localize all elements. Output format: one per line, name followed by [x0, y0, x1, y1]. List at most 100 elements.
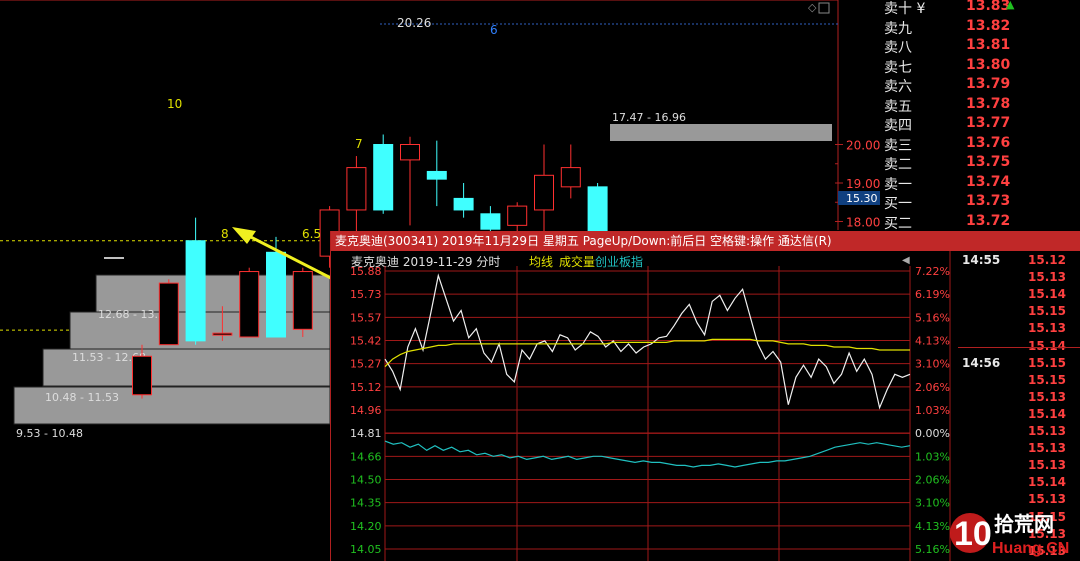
annotation-label: 8 [221, 227, 229, 241]
orderbook-label: 卖二 [884, 157, 912, 173]
candle-body [239, 271, 260, 338]
orderbook-row[interactable]: 卖八 13.81 [880, 37, 1080, 56]
candle-body [266, 251, 286, 338]
orderbook-label: 买一 [884, 196, 912, 212]
tick-time: 14:56 [962, 356, 1001, 370]
zone-bar [610, 124, 832, 141]
tick-price: 15.14 [1028, 338, 1066, 353]
annotation-label: 6 [490, 23, 498, 37]
orderbook-price: 13.74 [966, 173, 1011, 190]
tick-price: 15.14 [1028, 406, 1066, 421]
left-tick-label: 14.50 [350, 474, 382, 487]
orderbook-label: 卖七 [884, 59, 912, 76]
site-logo: 10 拾荒网 Huang.CN [950, 512, 1069, 557]
orderbook-label: 卖四 [884, 118, 912, 134]
right-tick-label: 3.10% [915, 358, 950, 371]
orderbook-label: 卖八 [884, 40, 912, 56]
orderbook-label: 买二 [884, 215, 912, 232]
candle-body [480, 213, 501, 230]
left-tick-label: 15.12 [350, 381, 382, 394]
orderbook-row[interactable]: 卖三 13.76 [880, 134, 1080, 154]
tick-price: 15.15 [1028, 304, 1066, 319]
orderbook-row[interactable]: 卖四 13.77 [880, 115, 1080, 134]
right-tick-label: 1.03% [915, 450, 950, 463]
right-tick-label: 2.06% [915, 381, 950, 394]
right-tick-label: 7.22% [915, 265, 950, 278]
orderbook-label: 卖十 ¥ [884, 1, 926, 17]
orderbook-row[interactable]: 买一 13.73 [880, 193, 1080, 212]
candle-body [212, 332, 233, 336]
orderbook-row[interactable]: 卖二 13.75 [880, 154, 1080, 173]
popup-title[interactable]: 麦克奥迪(300341) 2019年11月29日 星期五 PageUp/Down… [331, 231, 1080, 251]
orderbook-row[interactable]: 卖十 ¥ 13.83 ▲ [880, 0, 1080, 17]
tick-price: 15.13 [1028, 389, 1066, 404]
orderbook-row[interactable]: 卖五 13.78 [880, 95, 1080, 115]
left-tick-label: 14.35 [350, 497, 382, 510]
tick-price: 15.13 [1028, 270, 1066, 285]
diamond-icon: ◇ [808, 1, 817, 14]
orderbook-price: 13.81 [966, 37, 1011, 53]
orderbook-row[interactable]: 卖九 13.82 [880, 18, 1080, 37]
orderbook-price: 13.83 [966, 0, 1011, 14]
candle-body [373, 144, 394, 211]
right-tick-label: 5.16% [915, 311, 950, 324]
candle-body [453, 197, 474, 211]
left-tick-label: 15.42 [350, 335, 382, 348]
tick-price: 15.13 [1028, 441, 1066, 456]
zone-step-label: 9.53 - 10.48 [16, 427, 83, 440]
candle-body [132, 355, 152, 396]
orderbook-label: 卖五 [884, 98, 912, 115]
orderbook-price: 13.73 [966, 193, 1011, 209]
right-tick-label: 4.13% [915, 335, 950, 348]
orderbook-price: 13.78 [966, 95, 1011, 112]
candle-body [158, 282, 179, 346]
orderbook-price: 13.79 [966, 76, 1011, 92]
tick-divider [958, 347, 1080, 348]
intraday-chart[interactable]: 15.88 15.73 15.57 15.42 15.27 15.12 14.96 14.81… [330, 251, 958, 561]
annotation-label: 7 [355, 137, 363, 151]
tick-price: 15.13 [1028, 321, 1066, 336]
window-icon [818, 2, 830, 14]
candle-body [292, 271, 313, 330]
zone-step-label: 10.48 - 11.53 [45, 391, 119, 404]
candle-body [560, 167, 581, 188]
annotation-label: 6.5 [302, 227, 321, 241]
orderbook-row[interactable]: 卖七 13.80 [880, 57, 1080, 76]
candle-body [507, 205, 528, 226]
up-arrow-icon: ▲ [1006, 0, 1015, 11]
orderbook-price: 13.77 [966, 115, 1011, 131]
tick-price: 15.15 [1028, 372, 1066, 387]
left-tick-label: 14.05 [350, 543, 382, 556]
orderbook-label: 卖三 [884, 137, 912, 154]
left-tick-label: 14.20 [350, 520, 382, 533]
y-tick-label: 20.00 [846, 139, 880, 153]
orderbook-row[interactable]: 买二 13.72 [880, 213, 1080, 232]
tick-price: 15.14 [1028, 475, 1066, 490]
orderbook-row[interactable]: 卖一 13.74 [880, 173, 1080, 193]
left-tick-label: 14.96 [350, 404, 382, 417]
orderbook-label: 卖六 [884, 79, 912, 95]
svg-text:拾荒网: 拾荒网 [994, 512, 1054, 536]
orderbook-row[interactable]: 卖六 13.79 [880, 76, 1080, 95]
arrow-head [232, 227, 256, 244]
orderbook-price: 13.76 [966, 134, 1011, 151]
annotation-label: 10 [167, 97, 182, 111]
annotation-label: 20.26 [397, 16, 431, 30]
tick-price: 15.12 [1028, 253, 1066, 267]
right-tick-label: 1.03% [915, 404, 950, 417]
right-tick-label: 2.06% [915, 474, 950, 487]
candle-body [534, 174, 554, 211]
tick-time: 14:55 [962, 253, 1001, 267]
price-tag-label: 15.30 [846, 192, 878, 205]
orderbook-label: 卖一 [884, 176, 912, 193]
right-tick-label: 0.00% [915, 427, 950, 440]
candle-body [400, 144, 420, 161]
left-tick-label: 14.81 [350, 427, 382, 440]
tick-price: 15.13 [1028, 424, 1066, 438]
tick-price: 15.15 [1028, 355, 1066, 370]
orderbook-price: 13.75 [966, 154, 1011, 170]
svg-text:10: 10 [954, 515, 992, 553]
candle-body [346, 167, 367, 211]
y-tick-label: 19.00 [846, 177, 880, 191]
left-tick-label: 15.73 [350, 288, 382, 301]
